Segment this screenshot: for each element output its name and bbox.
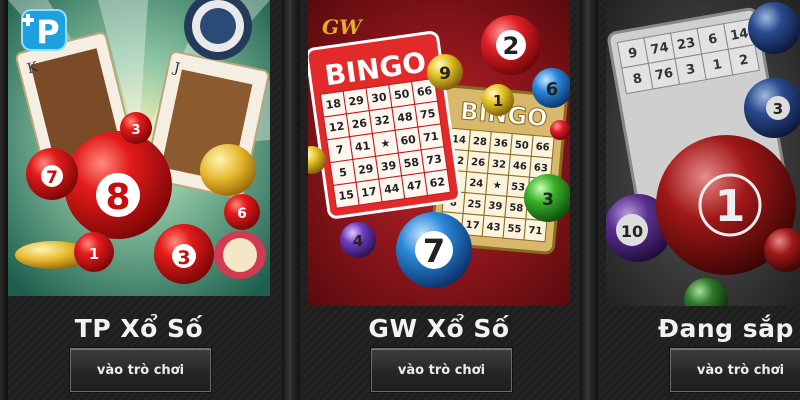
- bingo-cell-number: ★: [492, 180, 502, 192]
- game-title: TP Xổ Số: [74, 314, 204, 343]
- bingo-cell-number: 48: [396, 110, 413, 125]
- game-card-gw[interactable]: BINGO 14283650661226324663924★5370825395…: [308, 0, 570, 400]
- bingo-cell-number: 25: [467, 199, 482, 211]
- ball-number: 8: [105, 177, 130, 218]
- bingo-cell-number: 36: [493, 138, 508, 150]
- bingo-cell-number: 66: [416, 84, 433, 99]
- game-thumbnail-coming-soon[interactable]: 9 74 23 6 14 8 76 3 1 2 3 10 1: [606, 0, 800, 306]
- bingo-cell-number: 24: [469, 178, 484, 190]
- bingo-cell-number: 17: [361, 185, 378, 200]
- bingo-cell-number: 50: [393, 87, 410, 102]
- bingo-cell-number: 76: [654, 66, 674, 84]
- enter-game-button[interactable]: vào trò chơi: [371, 348, 512, 392]
- bingo-cell-number: 32: [492, 159, 507, 171]
- ball-number: 7: [46, 168, 58, 188]
- bingo-cell-number: 15: [338, 188, 355, 203]
- bingo-card-front: 18 29 30 50 6612 26 32 48 757 41 ★ 60 715 29 39 58 7315 1…: [319, 77, 451, 209]
- bingo-cell-number: 71: [528, 225, 543, 237]
- bingo-cell-number: 12: [328, 120, 345, 135]
- bingo-cell-number: 50: [514, 140, 529, 152]
- game-title: Đang sắp diễn: [658, 314, 800, 343]
- provider-logo-gw: GW: [322, 15, 364, 39]
- lottery-game-list: K J 8 7 3 1 6 3 P TP Xổ Số vào trò chơi …: [0, 0, 800, 400]
- bingo-cell-number: 41: [354, 139, 371, 154]
- bingo-cell-number: 26: [471, 157, 486, 169]
- bingo-cell-number: 55: [507, 223, 522, 235]
- ball-number: 1: [715, 181, 746, 232]
- enter-game-button[interactable]: vào trò chơi: [670, 348, 800, 392]
- card-divider: [580, 0, 598, 400]
- bingo-cell-number: 46: [512, 161, 527, 173]
- card-divider: [282, 0, 300, 400]
- game-card-tp[interactable]: K J 8 7 3 1 6 3 P TP Xổ Số vào trò chơi: [8, 0, 270, 400]
- bingo-cell-number: 26: [351, 116, 368, 131]
- ball-number: 7: [423, 232, 445, 270]
- game-thumbnail-gw[interactable]: BINGO 14283650661226324663924★5370825395…: [308, 0, 570, 306]
- enter-game-button[interactable]: vào trò chơi: [70, 348, 211, 392]
- bingo-cell-number: 39: [488, 201, 503, 213]
- bingo-cell-number: 58: [509, 202, 524, 214]
- ball-number: 3: [542, 190, 554, 210]
- bingo-cell-number: ★: [380, 136, 392, 150]
- ball-number: 9: [439, 64, 451, 84]
- game-thumbnail-tp[interactable]: K J 8 7 3 1 6 3 P: [8, 0, 270, 296]
- bingo-cell-number: 63: [533, 162, 548, 174]
- bingo-cell-number: 43: [486, 222, 501, 234]
- ball-number: 6: [237, 206, 247, 222]
- ball-number: 1: [493, 92, 503, 110]
- svg-text:P: P: [36, 13, 59, 51]
- bingo-cell-number: 75: [419, 107, 436, 122]
- bingo-cell-number: 44: [383, 181, 400, 196]
- bingo-cell-number: 62: [429, 175, 446, 190]
- ball-number: 10: [621, 222, 643, 241]
- ball-number: 4: [353, 232, 363, 250]
- bingo-cell-number: 53: [511, 181, 526, 193]
- ball-number: 3: [773, 100, 783, 118]
- ball-number: 6: [546, 79, 559, 100]
- ball-number: 3: [177, 247, 190, 269]
- bingo-cell-number: 29: [348, 94, 365, 109]
- bingo-cell-number: 30: [371, 90, 388, 105]
- bingo-cell-number: 29: [357, 162, 374, 177]
- bingo-cell-number: 17: [465, 220, 480, 232]
- bingo-cell-number: 28: [472, 136, 487, 148]
- bingo-cell-number: 66: [535, 141, 550, 153]
- bingo-cell-number: 58: [403, 156, 420, 171]
- bingo-cell-number: 71: [422, 130, 439, 145]
- ball-number: 3: [131, 123, 140, 138]
- bingo-cell-number: 73: [426, 152, 443, 167]
- bingo-cell-number: 32: [374, 113, 391, 128]
- game-title: GW Xổ Số: [368, 314, 510, 343]
- provider-logo-tp: P: [21, 9, 67, 51]
- bingo-cell-number: 18: [325, 97, 342, 112]
- bingo-cell-number: 60: [400, 133, 417, 148]
- bingo-cell-number: 39: [380, 159, 397, 174]
- bingo-cell-number: 47: [406, 178, 423, 193]
- card-divider: [0, 0, 8, 400]
- ball-number: 1: [89, 245, 99, 263]
- bingo-cell-number: 74: [649, 40, 669, 58]
- ball-number: 2: [503, 32, 520, 60]
- bingo-cell-number: 23: [676, 35, 696, 53]
- bingo-cell-number: 14: [729, 26, 749, 44]
- game-card-coming-soon[interactable]: 97423614876312 3 10 1 Đang sắp diễn vào …: [606, 0, 800, 400]
